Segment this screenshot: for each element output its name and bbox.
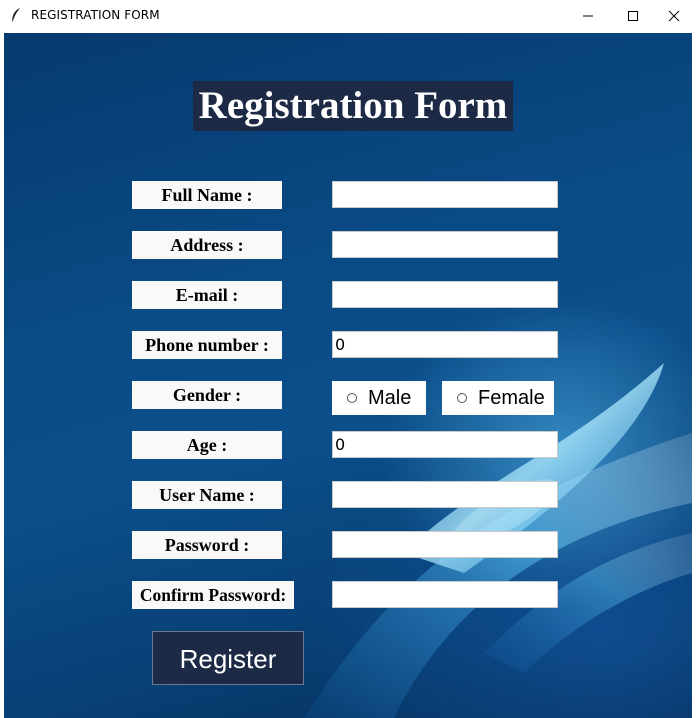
- gender-male-radio[interactable]: Male: [332, 381, 426, 415]
- minimize-button[interactable]: [565, 0, 611, 31]
- address-label: Address :: [132, 231, 282, 259]
- close-icon: [668, 10, 680, 22]
- feather-app-icon: [11, 8, 20, 24]
- email-label: E-mail :: [132, 281, 282, 309]
- form-heading: Registration Form: [193, 81, 513, 131]
- password-input[interactable]: [332, 531, 558, 558]
- age-input[interactable]: 0: [332, 431, 558, 458]
- user-name-label: User Name :: [132, 481, 282, 509]
- radio-circle-icon: [457, 393, 467, 403]
- confirm-password-label: Confirm Password:: [132, 581, 294, 609]
- window-title: REGISTRATION FORM: [31, 8, 160, 22]
- gender-male-label: Male: [368, 387, 412, 409]
- gender-female-radio[interactable]: Female: [442, 381, 554, 415]
- form-window-background: Registration Form Full Name : Address : …: [4, 33, 692, 718]
- register-button[interactable]: Register: [152, 631, 304, 685]
- radio-circle-icon: [347, 393, 357, 403]
- user-name-input[interactable]: [332, 481, 558, 508]
- full-name-label: Full Name :: [132, 181, 282, 209]
- maximize-button[interactable]: [610, 0, 656, 31]
- address-input[interactable]: [332, 231, 558, 258]
- minimize-icon: [583, 15, 593, 17]
- password-label: Password :: [132, 531, 282, 559]
- phone-number-input[interactable]: 0: [332, 331, 558, 358]
- close-button[interactable]: [651, 0, 696, 31]
- background-swoosh: [304, 363, 692, 718]
- phone-number-label: Phone number :: [132, 331, 282, 359]
- window-titlebar: REGISTRATION FORM: [0, 0, 696, 31]
- confirm-password-input[interactable]: [332, 581, 558, 608]
- email-input[interactable]: [332, 281, 558, 308]
- full-name-input[interactable]: [332, 181, 558, 208]
- gender-female-label: Female: [478, 387, 545, 409]
- gender-label: Gender :: [132, 381, 282, 409]
- maximize-icon: [628, 11, 638, 21]
- age-label: Age :: [132, 431, 282, 459]
